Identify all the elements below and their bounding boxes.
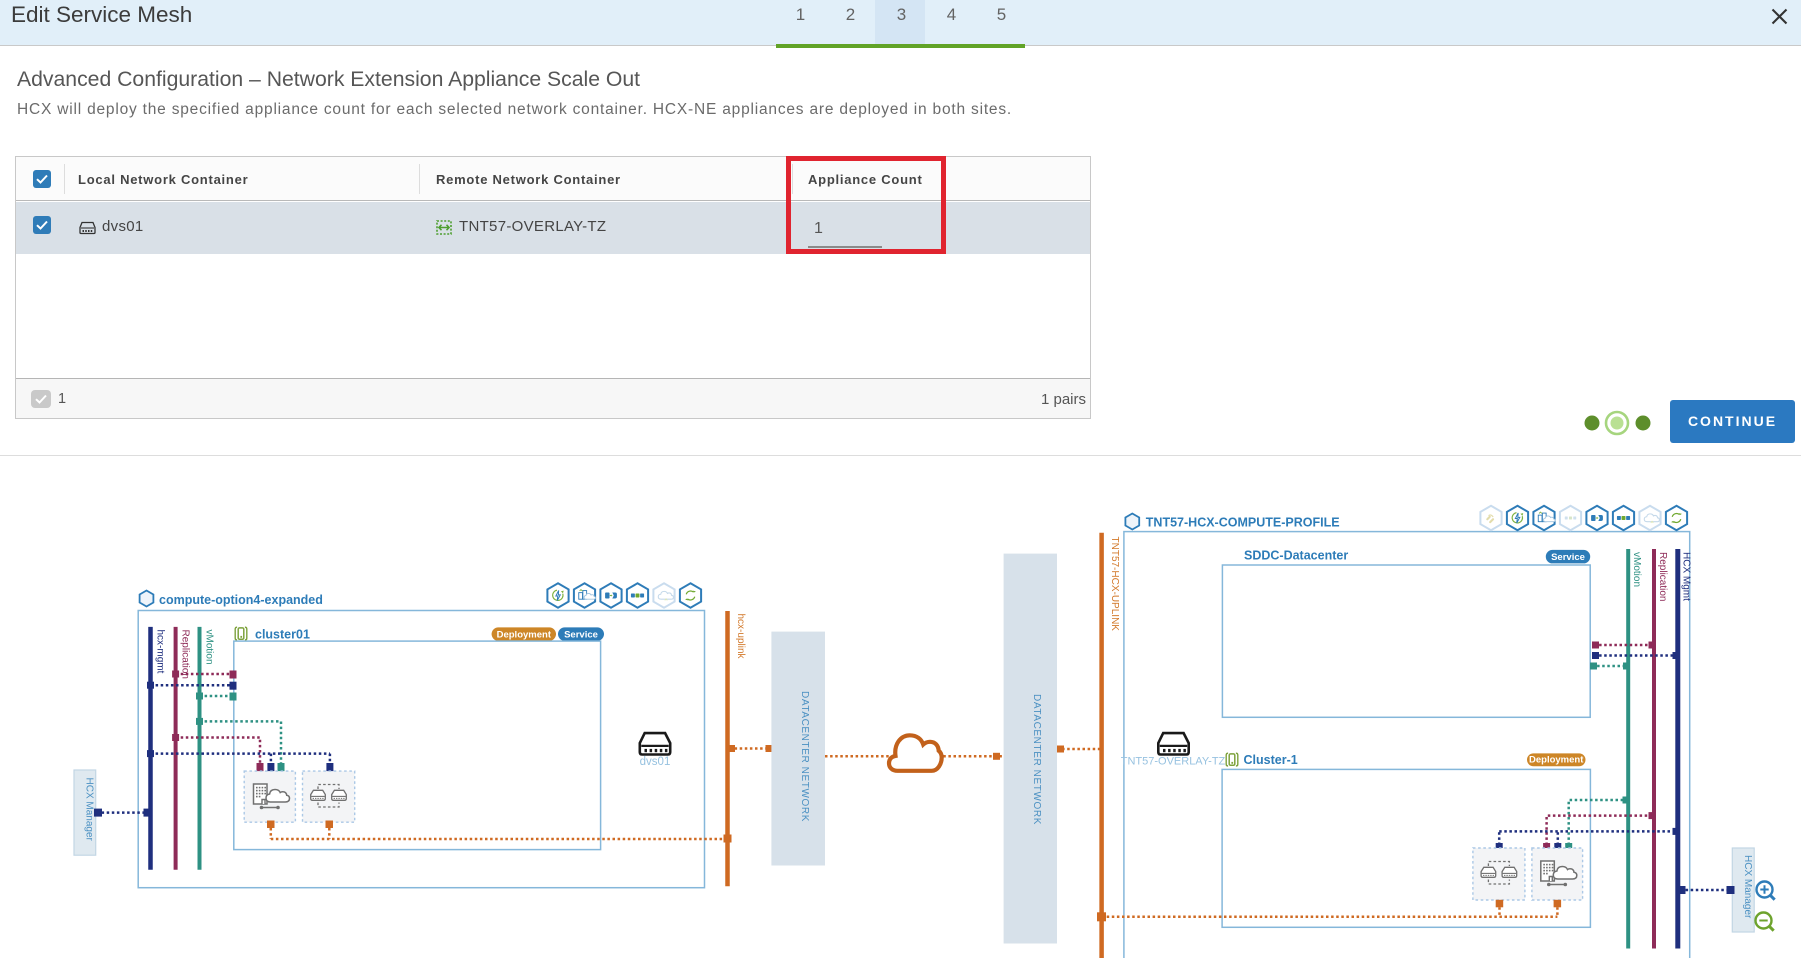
svg-text:TNT57-HCX-UPLINK: TNT57-HCX-UPLINK [1109, 537, 1120, 632]
svg-text:HCX Mgmt: HCX Mgmt [1681, 552, 1692, 601]
svg-text:compute-option4-expanded: compute-option4-expanded [159, 593, 323, 607]
svg-text:vMotion: vMotion [1631, 552, 1642, 587]
svg-text:SDDC-Datacenter: SDDC-Datacenter [1244, 549, 1348, 563]
svg-text:Deployment: Deployment [497, 629, 552, 640]
svg-text:Service: Service [564, 629, 598, 640]
svg-text:Replication: Replication [1657, 552, 1668, 601]
svg-text:DATACENTER NETWORK: DATACENTER NETWORK [1031, 694, 1042, 825]
svg-text:hcx-mgmt: hcx-mgmt [155, 630, 166, 674]
svg-text:dvs01: dvs01 [640, 756, 671, 768]
svg-text:TNT57-OVERLAY-TZ: TNT57-OVERLAY-TZ [1121, 756, 1226, 768]
svg-text:Replication: Replication [180, 630, 191, 679]
svg-text:hcx-uplink: hcx-uplink [735, 614, 746, 660]
svg-text:cluster01: cluster01 [255, 628, 310, 642]
svg-text:Service: Service [1551, 552, 1585, 563]
svg-text:vMotion: vMotion [204, 630, 215, 665]
svg-text:HCX Manager: HCX Manager [84, 778, 95, 842]
svg-text:TNT57-HCX-COMPUTE-PROFILE: TNT57-HCX-COMPUTE-PROFILE [1146, 516, 1340, 530]
svg-text:Cluster-1: Cluster-1 [1244, 753, 1298, 767]
svg-text:DATACENTER NETWORK: DATACENTER NETWORK [799, 691, 810, 822]
svg-text:HCX Manager: HCX Manager [1742, 855, 1753, 919]
svg-text:Deployment: Deployment [1529, 755, 1584, 766]
